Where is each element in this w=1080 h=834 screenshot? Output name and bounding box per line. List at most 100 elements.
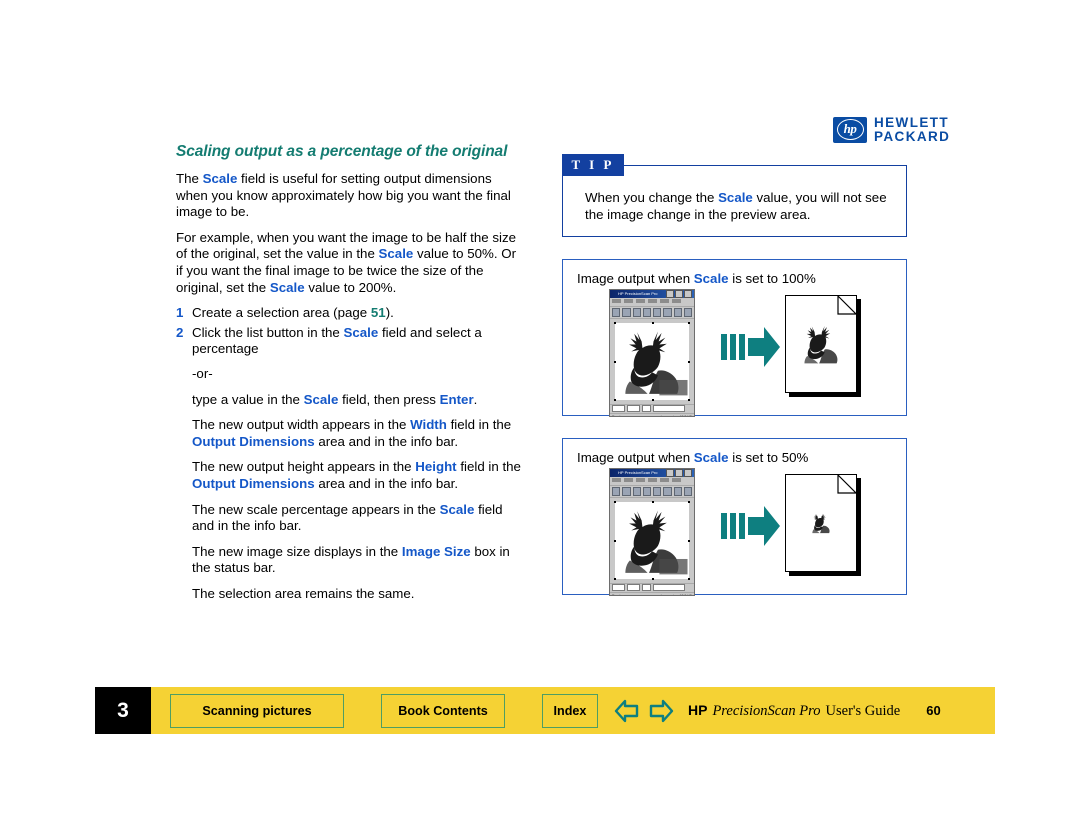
figure-scale-100: Image output when Scale is set to 100% H… xyxy=(562,258,907,417)
left-column: Scaling output as a percentage of the or… xyxy=(176,142,524,611)
text-fragment: Image output when xyxy=(577,449,694,465)
brand-product: PrecisionScan Pro xyxy=(712,702,821,719)
keyword-enter: Enter xyxy=(439,391,474,407)
selection-handle[interactable] xyxy=(688,577,690,580)
text-fragment: value to 200%. xyxy=(304,279,397,295)
keyword-scale: Scale xyxy=(343,324,379,340)
text-fragment: The new scale percentage appears in the xyxy=(192,501,440,517)
cross-reference-link[interactable]: 51 xyxy=(371,305,386,320)
step-text: Create a selection area (page 51). xyxy=(192,305,524,322)
moose-artwork-icon xyxy=(615,501,689,579)
selection-handle[interactable] xyxy=(652,500,654,503)
close-icon xyxy=(684,468,692,477)
window-titlebar: HP PrecisionScan Pro xyxy=(610,468,694,477)
result-scale: The new scale percentage appears in the … xyxy=(192,502,524,535)
product-brand-label: HP PrecisionScan Pro User's Guide xyxy=(688,702,900,720)
window-controls xyxy=(666,468,693,477)
step-number: 1 xyxy=(176,305,184,321)
tip-label: T I P xyxy=(561,154,625,176)
selection-handle[interactable] xyxy=(688,361,690,364)
document-page-icon xyxy=(785,473,861,576)
image-size-box: Image size: 12.2 KB xyxy=(661,594,692,595)
result-width: The new output width appears in the Widt… xyxy=(192,417,524,450)
text-fragment: ). xyxy=(385,305,394,321)
status-bar: Ready Image size: 48.8 KB xyxy=(610,412,694,416)
page-number: 60 xyxy=(926,703,941,718)
or-separator: -or- xyxy=(192,365,213,381)
keyword-height: Height xyxy=(415,459,457,475)
app-window-thumbnail: HP PrecisionScan Pro xyxy=(609,288,695,417)
selection-area xyxy=(614,321,690,401)
text-fragment: type a value in the xyxy=(192,391,304,407)
moose-artwork-icon xyxy=(804,325,838,363)
text-fragment: The new image size displays in the xyxy=(192,543,402,559)
paragraph-scale-intro: The Scale field is useful for setting ou… xyxy=(176,171,524,221)
selection-handle[interactable] xyxy=(688,540,690,543)
keyword-scale: Scale xyxy=(202,171,238,186)
selection-handle[interactable] xyxy=(614,577,616,580)
alternative-instruction: type a value in the Scale field, then pr… xyxy=(192,392,524,409)
right-arrow-icon[interactable] xyxy=(648,698,674,724)
minimize-icon xyxy=(666,289,674,298)
text-fragment: is set to 100% xyxy=(728,270,816,286)
selection-handle[interactable] xyxy=(688,500,690,503)
text-fragment: When you change the xyxy=(585,190,719,205)
brand-hp: HP xyxy=(688,701,708,718)
step-1: 1 Create a selection area (page 51). xyxy=(176,305,524,322)
keyword-scale: Scale xyxy=(693,449,729,465)
selection-handle[interactable] xyxy=(652,398,654,401)
keyword-scale: Scale xyxy=(269,279,305,295)
keyword-scale: Scale xyxy=(378,246,414,262)
step-text: Click the list button in the Scale field… xyxy=(192,325,524,358)
hp-oval-logo-icon: hp xyxy=(833,116,867,143)
hp-wordmark: HEWLETT PACKARD xyxy=(874,116,950,143)
text-fragment: field, then press xyxy=(338,391,440,407)
text-fragment: The new output height appears in the xyxy=(192,459,416,475)
figure-caption: Image output when Scale is set to 50% xyxy=(577,449,896,466)
scanning-pictures-button[interactable]: Scanning pictures xyxy=(170,693,344,728)
selection-handle[interactable] xyxy=(614,361,616,364)
text-fragment: The new output width appears in the xyxy=(192,417,411,433)
keyword-image-size: Image Size xyxy=(401,543,471,559)
keyword-scale: Scale xyxy=(693,270,729,286)
keyword-output-dimensions: Output Dimensions xyxy=(192,475,315,491)
preview-canvas xyxy=(610,497,694,583)
image-size-box: Image size: 48.8 KB xyxy=(661,415,692,416)
selection-handle[interactable] xyxy=(614,321,616,324)
app-window-thumbnail: HP PrecisionScan Pro xyxy=(609,467,695,596)
moose-artwork-icon xyxy=(615,322,689,400)
selection-handle[interactable] xyxy=(652,321,654,324)
selection-handle[interactable] xyxy=(614,540,616,543)
moose-artwork-icon xyxy=(812,513,830,533)
index-button[interactable]: Index xyxy=(542,693,598,728)
result-height: The new output height appears in the Hei… xyxy=(192,459,524,492)
keyword-scale: Scale xyxy=(439,501,475,517)
text-fragment: area and in the info bar. xyxy=(314,475,459,491)
status-bar: Ready Image size: 12.2 KB xyxy=(610,591,694,595)
chapter-number-tab: 3 xyxy=(95,687,151,734)
footer-navigation-bar: 3 Scanning pictures Book Contents Index … xyxy=(95,687,995,734)
footer-items: Scanning pictures Book Contents Index HP… xyxy=(167,687,941,734)
maximize-icon xyxy=(675,289,683,298)
step-number: 2 xyxy=(176,324,184,340)
text-fragment: Click the list button in the xyxy=(192,324,344,340)
text-fragment: The xyxy=(176,171,203,186)
selection-handle[interactable] xyxy=(614,500,616,503)
selection-handle[interactable] xyxy=(652,577,654,580)
window-title: HP PrecisionScan Pro xyxy=(618,469,658,475)
minimize-icon xyxy=(666,468,674,477)
status-text: Ready xyxy=(612,415,622,416)
selection-handle[interactable] xyxy=(688,398,690,401)
selection-handle[interactable] xyxy=(688,321,690,324)
figure-scale-50: Image output when Scale is set to 50% HP… xyxy=(562,437,907,596)
info-bar xyxy=(610,403,694,413)
hp-logo: hp HEWLETT PACKARD xyxy=(833,116,950,143)
text-fragment: field in the xyxy=(456,459,521,475)
hp-wordmark-line2: PACKARD xyxy=(874,128,951,144)
figure-body: HP PrecisionScan Pro xyxy=(573,287,896,417)
window-controls xyxy=(666,289,693,298)
keyword-scale: Scale xyxy=(718,190,753,205)
left-arrow-icon[interactable] xyxy=(614,698,640,724)
book-contents-button[interactable]: Book Contents xyxy=(381,693,505,728)
selection-handle[interactable] xyxy=(614,398,616,401)
